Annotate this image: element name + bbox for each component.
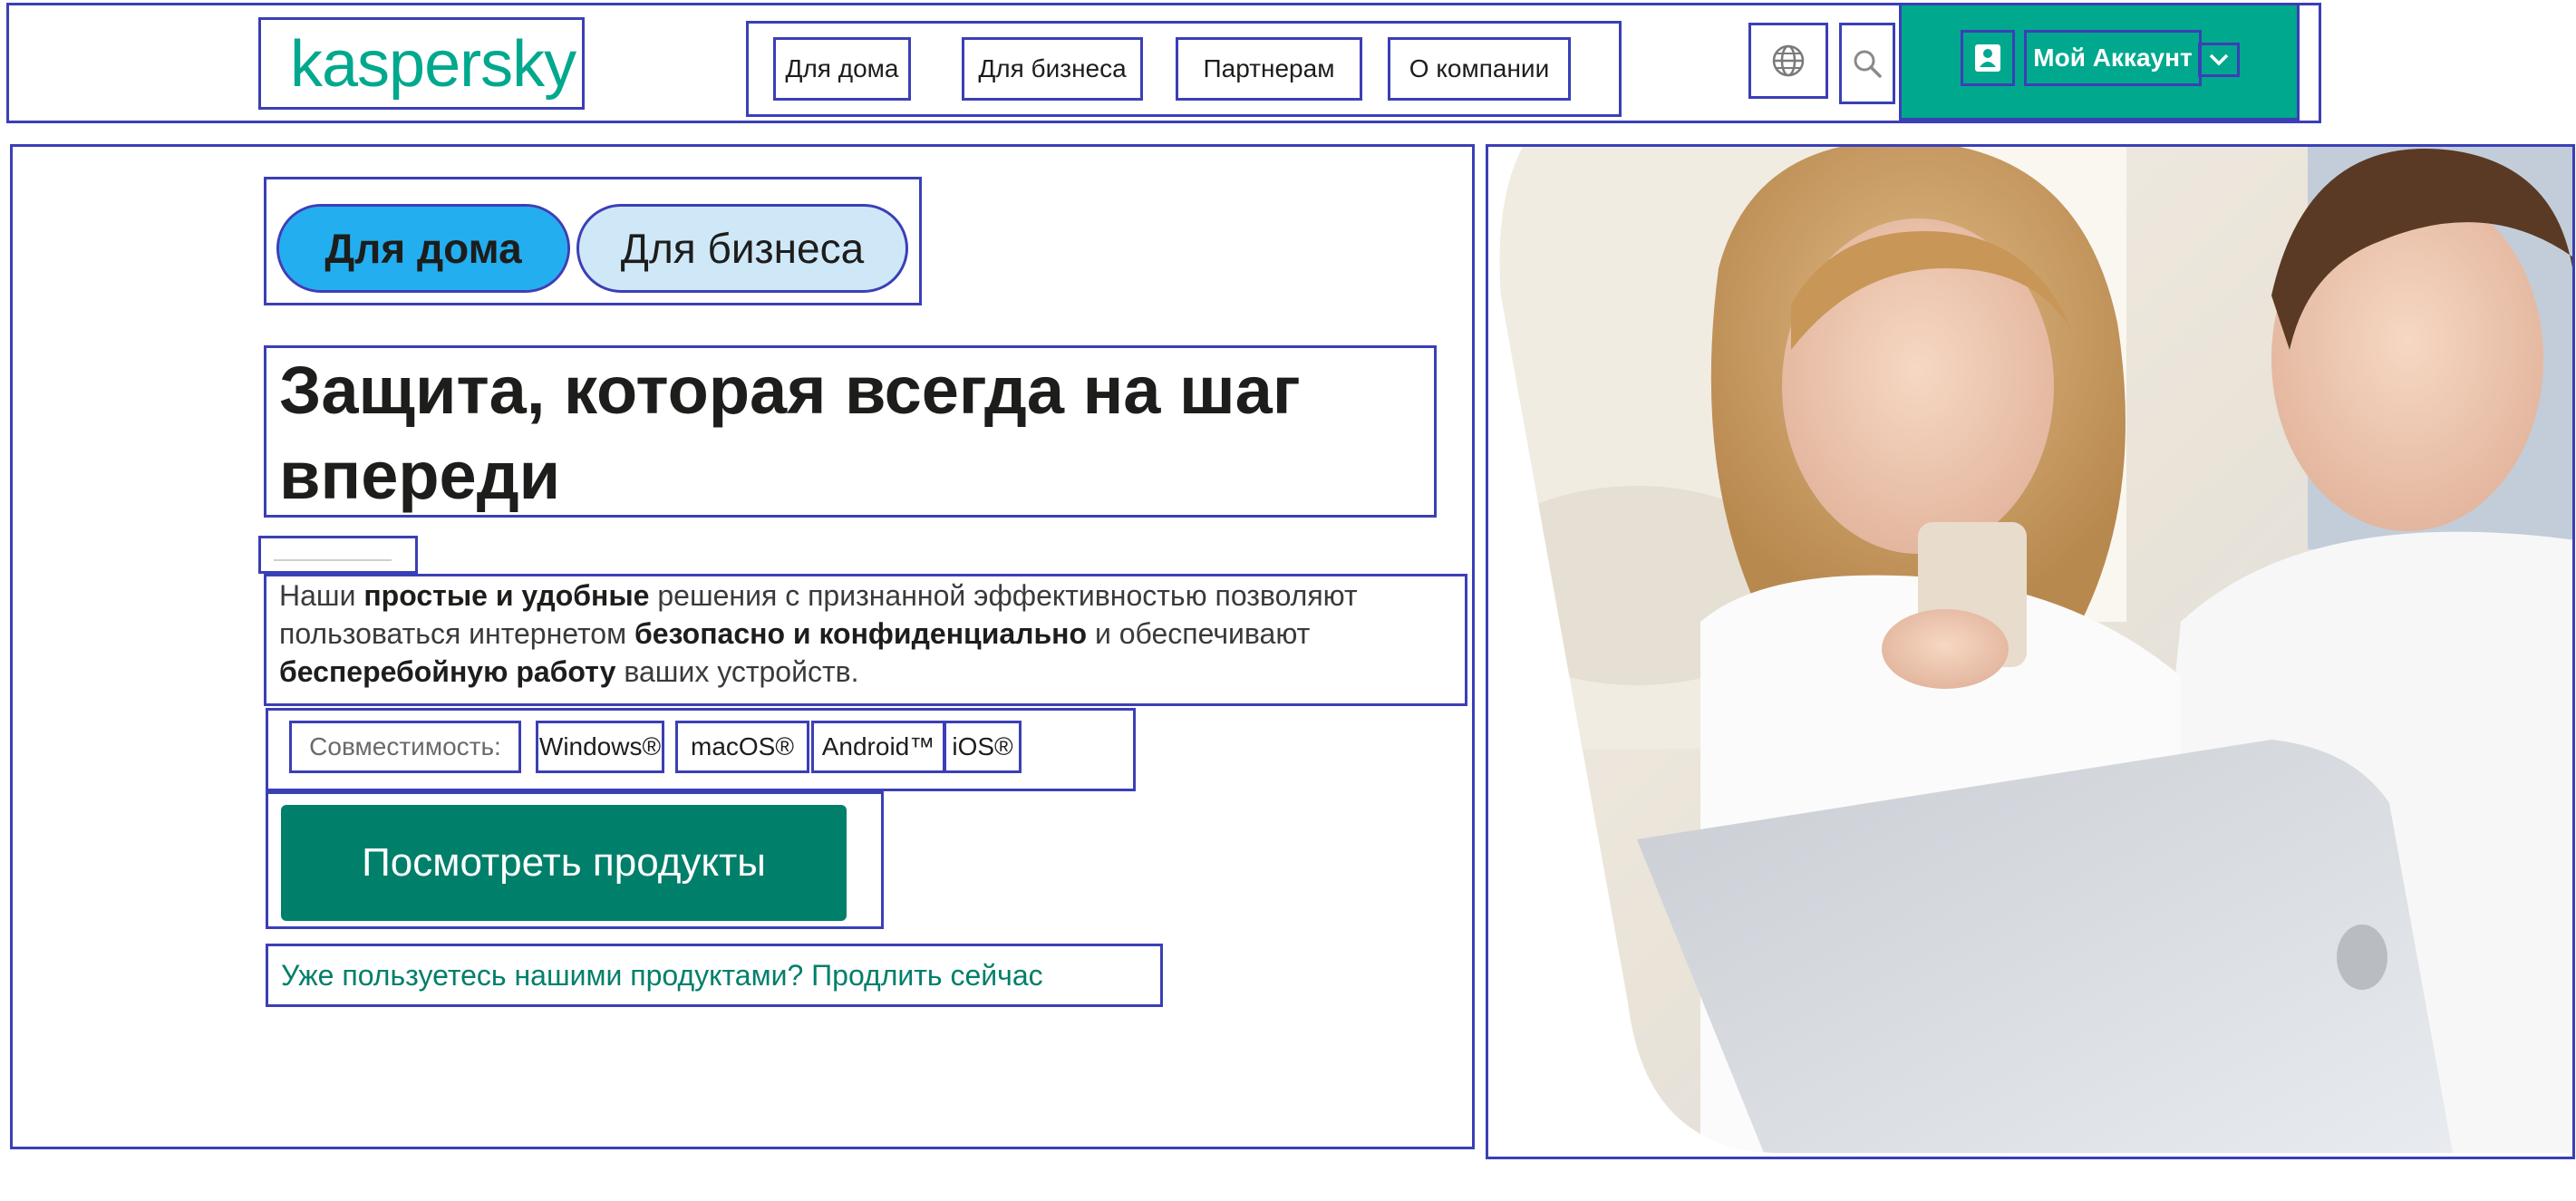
- chevron-down-icon[interactable]: [2198, 43, 2240, 77]
- tab-home[interactable]: Для дома: [276, 204, 570, 293]
- platform-windows: Windows®: [536, 721, 664, 773]
- platform-android: Android™: [811, 721, 945, 773]
- headline-divider: [258, 536, 418, 574]
- search-icon: [1854, 50, 1882, 78]
- description-text: Наши: [279, 579, 364, 612]
- nav-item-about[interactable]: О компании: [1388, 37, 1571, 101]
- audience-switch: Для дома Для бизнеса: [264, 177, 922, 305]
- nav-item-partners[interactable]: Партнерам: [1176, 37, 1362, 101]
- search-button[interactable]: [1839, 23, 1895, 104]
- language-button[interactable]: [1748, 23, 1828, 99]
- description-emphasis: простые и удобные: [363, 579, 650, 612]
- platform-macos: macOS®: [675, 721, 809, 773]
- hero-headline: Защита, которая всегда на шаг впереди: [264, 345, 1437, 518]
- my-account-label: Мой Аккаунт: [2024, 30, 2202, 86]
- compatibility-label: Совместимость:: [289, 721, 521, 773]
- description-text: и обеспечивают: [1087, 617, 1311, 650]
- description-emphasis: безопасно и конфиденциально: [634, 617, 1088, 650]
- couple-with-laptop-photo: [1499, 147, 2572, 1153]
- kaspersky-logo[interactable]: kaspersky: [258, 17, 585, 110]
- site-header: kaspersky Для дома Для бизнеса Партнерам…: [6, 3, 2321, 123]
- description-text: ваших устройств.: [615, 655, 859, 688]
- view-products-button[interactable]: Посмотреть продукты: [281, 805, 847, 921]
- globe-icon: [1772, 44, 1805, 77]
- my-account-button[interactable]: Мой Аккаунт: [1899, 3, 2300, 121]
- renew-link[interactable]: Уже пользуетесь нашими продуктами? Продл…: [266, 944, 1163, 1007]
- compatibility-row: Совместимость: Windows® macOS® Android™ …: [266, 708, 1136, 791]
- hero-image: [1486, 144, 2575, 1159]
- hero-content: Для дома Для бизнеса Защита, которая все…: [10, 144, 1475, 1149]
- hero-description: Наши простые и удобные решения с признан…: [264, 574, 1467, 706]
- nav-item-home[interactable]: Для дома: [773, 37, 911, 101]
- user-icon: [1961, 30, 2015, 86]
- logo-text: kaspersky: [290, 28, 576, 101]
- platform-ios: iOS®: [944, 721, 1022, 773]
- tab-business[interactable]: Для бизнеса: [576, 204, 908, 293]
- main-nav: Для дома Для бизнеса Партнерам О компани…: [746, 21, 1622, 117]
- cta-wrapper: Посмотреть продукты: [266, 791, 884, 929]
- nav-item-business[interactable]: Для бизнеса: [962, 37, 1143, 101]
- description-emphasis: бесперебойную работу: [279, 655, 616, 688]
